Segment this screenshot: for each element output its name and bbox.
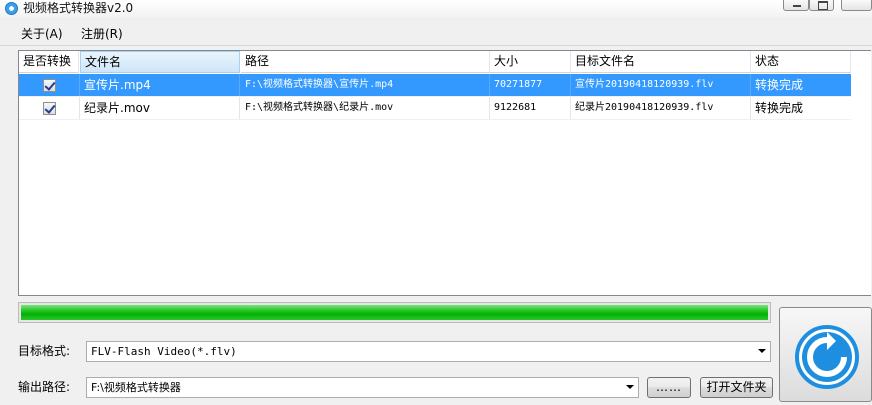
column-target[interactable]: 目标文件名: [571, 51, 751, 73]
menu-bar: 关于(A) 注册(R): [0, 22, 872, 46]
dropdown-arrow-icon[interactable]: [758, 349, 766, 353]
cell-filename: 纪录片.mov: [80, 97, 240, 119]
column-status[interactable]: 状态: [751, 51, 851, 73]
progress-fill: [21, 305, 768, 320]
cell-target: 纪录片20190418120939.flv: [571, 97, 751, 119]
target-format-value: FLV-Flash Video(*.flv): [91, 345, 237, 358]
cell-path: F:\视频格式转换器\纪录片.mov: [241, 97, 490, 119]
file-list-header: 是否转换 文件名 路径 大小 目标文件名 状态: [19, 51, 871, 73]
cell-target: 宣传片20190418120939.flv: [571, 74, 751, 96]
column-size[interactable]: 大小: [490, 51, 571, 73]
output-path-label: 输出路径:: [18, 380, 71, 394]
menu-register[interactable]: 注册(R): [81, 26, 123, 42]
app-icon: [5, 2, 18, 15]
dropdown-arrow-icon[interactable]: [626, 385, 634, 389]
table-row[interactable]: 宣传片.mp4 F:\视频格式转换器\宣传片.mp4 70271877 宣传片2…: [19, 74, 851, 97]
minimize-button[interactable]: [783, 0, 809, 11]
cell-status: 转换完成: [755, 78, 804, 92]
convert-button[interactable]: [779, 307, 872, 402]
cell-filename: 宣传片.mp4: [80, 74, 240, 96]
column-filename[interactable]: 文件名: [80, 51, 240, 73]
file-list[interactable]: 是否转换 文件名 路径 大小 目标文件名 状态 宣传片.mp4 F:\视频格式转…: [18, 50, 871, 296]
cell-path: F:\视频格式转换器\宣传片.mp4: [241, 74, 490, 96]
window-title: 视频格式转换器v2.0: [23, 1, 134, 15]
cell-status: 转换完成: [755, 101, 804, 115]
title-bar: 视频格式转换器v2.0: [0, 0, 872, 17]
menu-about[interactable]: 关于(A): [21, 26, 63, 42]
output-path-value: F:\视频格式转换器: [91, 381, 181, 394]
table-row[interactable]: 纪录片.mov F:\视频格式转换器\纪录片.mov 9122681 纪录片20…: [19, 97, 851, 120]
target-format-label: 目标格式:: [18, 344, 71, 358]
column-path[interactable]: 路径: [241, 51, 490, 73]
refresh-icon: [795, 325, 859, 389]
cell-size: 9122681: [490, 97, 571, 119]
open-folder-button[interactable]: 打开文件夹: [700, 377, 773, 398]
output-path-select[interactable]: F:\视频格式转换器: [86, 377, 639, 398]
maximize-button[interactable]: [809, 0, 834, 11]
target-format-select[interactable]: FLV-Flash Video(*.flv): [86, 341, 771, 362]
cell-size: 70271877: [490, 74, 571, 96]
row-checkbox[interactable]: [43, 102, 56, 115]
row-checkbox[interactable]: [43, 79, 56, 92]
browse-button[interactable]: ……: [647, 377, 691, 398]
column-convert[interactable]: 是否转换: [19, 51, 79, 73]
conversion-progress-bar: [18, 302, 771, 323]
close-button[interactable]: [841, 0, 872, 11]
